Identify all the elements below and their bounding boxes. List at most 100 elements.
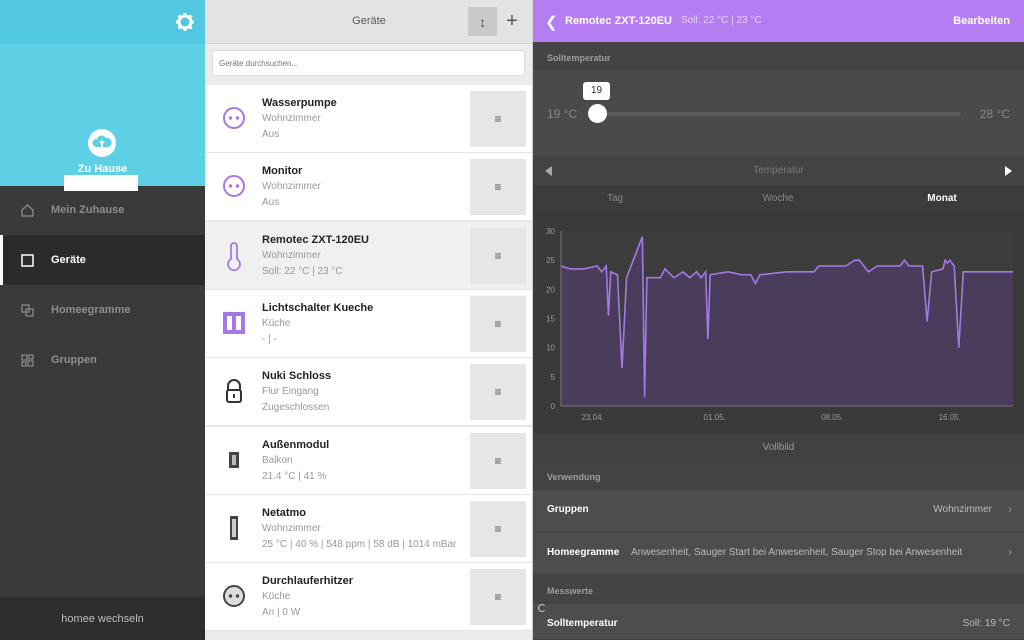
chart-nav: Temperatur	[533, 158, 1024, 184]
gear-icon[interactable]	[175, 12, 195, 32]
devices-header: Geräte ↕ +	[205, 0, 532, 44]
slider-thumb[interactable]	[588, 104, 607, 123]
devices-panel: Geräte ↕ + Wasserpumpe Wohnzimmer Aus ≡ …	[205, 0, 533, 640]
groups-label: Gruppen	[547, 504, 589, 515]
device-name: Lichtschalter Kueche	[262, 301, 374, 314]
device-room: Wohnzimmer	[262, 522, 321, 534]
back-icon[interactable]: ❮	[545, 13, 558, 31]
device-name: Remotec ZXT-120EU	[262, 233, 369, 246]
x-tick-label: 01.05.	[704, 413, 726, 422]
y-tick-label: 15	[546, 315, 555, 324]
socket-icon	[221, 173, 247, 199]
y-tick-label: 25	[546, 256, 555, 265]
device-menu-button[interactable]: ≡	[470, 227, 526, 284]
switch-homee-button[interactable]: homee wechseln	[0, 597, 205, 640]
device-state: Aus	[262, 129, 280, 140]
device-state: Zugeschlossen	[262, 402, 330, 414]
device-row[interactable]: Remotec ZXT-120EU Wohnzimmer Soll: 22 °C…	[205, 221, 532, 290]
chevron-right-icon: ›	[1008, 502, 1012, 516]
sidebar-item-label: Gruppen	[51, 354, 97, 366]
device-menu-button[interactable]: ≡	[470, 432, 526, 489]
tab-woche[interactable]: Woche	[696, 193, 860, 204]
sidebar-item-label: Homeegramme	[51, 304, 131, 316]
sidebar-item-homeegramme[interactable]: Homeegramme	[0, 285, 205, 335]
loading-spinner-icon	[538, 604, 546, 612]
target-temperature-slider[interactable]: 19 °C 19 28 °C	[533, 70, 1024, 156]
tab-tag[interactable]: Tag	[533, 193, 697, 204]
device-menu-button[interactable]: ≡	[470, 159, 526, 216]
device-room: Balkon	[262, 454, 293, 466]
temperature-chart: 0 5 10 15 20 25 30 23.04. 01.05. 08.05. 16.05.	[533, 213, 1024, 433]
device-menu-button[interactable]: ≡	[470, 569, 526, 626]
y-tick-label: 10	[546, 344, 555, 353]
slider-min-label: 19 °C	[547, 107, 578, 121]
section-label-target: Solltemperatur	[547, 53, 611, 63]
target-label: Solltemperatur	[547, 618, 618, 629]
x-tick-label: 23.04.	[582, 413, 604, 422]
device-room: Wohnzimmer	[262, 249, 321, 261]
netatmo-icon	[221, 515, 247, 541]
slider-track[interactable]	[596, 112, 961, 116]
sidebar: Zu Hause Mein Zuhause Geräte Homeegramme…	[0, 0, 205, 640]
device-menu-button[interactable]: ≡	[470, 364, 526, 421]
groups-icon	[21, 353, 34, 367]
sort-button[interactable]: ↕	[468, 7, 497, 36]
switch-icon	[221, 310, 247, 336]
sidebar-item-geraete[interactable]: Geräte	[0, 235, 205, 285]
device-row[interactable]: Monitor Wohnzimmer Aus ≡	[205, 153, 532, 222]
homeegrams-value: Anwesenheit, Sauger Start bei Anwesenhei…	[631, 547, 963, 558]
sidebar-item-gruppen[interactable]: Gruppen	[0, 335, 205, 385]
device-name: Durchlauferhitzer	[262, 575, 354, 588]
socket-icon	[221, 105, 247, 131]
device-icon	[21, 253, 34, 267]
section-label-values: Messwerte	[547, 586, 594, 596]
device-room: Küche	[262, 317, 291, 329]
sensor-icon	[221, 447, 247, 473]
socket-icon	[221, 583, 247, 609]
device-state: An | 0 W	[262, 607, 301, 619]
homeegrams-row[interactable]: Homeegramme Anwesenheit, Sauger Start be…	[533, 533, 1024, 575]
sidebar-item-mein-zuhause[interactable]: Mein Zuhause	[0, 185, 205, 235]
device-name: Netatmo	[262, 506, 307, 519]
device-state: - | -	[262, 333, 277, 345]
add-device-button[interactable]: +	[502, 7, 522, 36]
device-search-input[interactable]	[212, 50, 525, 76]
device-room: Wohnzimmer	[262, 181, 321, 193]
device-row[interactable]: Netatmo Wohnzimmer 25 °C | 40 % | 548 pp…	[205, 494, 532, 563]
section-label-usage: Verwendung	[547, 472, 601, 482]
fullscreen-button[interactable]: Vollbild	[533, 433, 1024, 463]
device-state: 25 °C | 40 % | 548 ppm | 58 dB | 1014 mB…	[262, 538, 457, 550]
tab-monat[interactable]: Monat	[860, 193, 1024, 204]
device-name: Nuki Schloss	[262, 370, 332, 383]
slider-value-tooltip: 19	[583, 82, 610, 100]
device-row[interactable]: Lichtschalter Kueche Küche - | - ≡	[205, 289, 532, 358]
home-name: Zu Hause	[77, 163, 128, 175]
device-menu-button[interactable]: ≡	[470, 295, 526, 352]
thermometer-icon	[221, 241, 247, 271]
device-row[interactable]: Nuki Schloss Flur Eingang Zugeschlossen …	[205, 358, 532, 427]
detail-subtitle: Soll: 22 °C | 23 °C	[681, 15, 762, 26]
y-tick-label: 5	[551, 373, 556, 382]
cloud-home-icon	[88, 129, 116, 157]
y-tick-label: 30	[546, 227, 555, 236]
home-icon	[21, 203, 34, 217]
device-state: 21.4 °C | 41 %	[262, 470, 327, 482]
device-row[interactable]: Wasserpumpe Wohnzimmer Aus ≡	[205, 85, 532, 153]
device-room: Wohnzimmer	[262, 113, 321, 124]
groups-row[interactable]: Gruppen Wohnzimmer ›	[533, 490, 1024, 532]
device-room: Flur Eingang	[262, 386, 319, 398]
lock-icon	[221, 378, 247, 404]
detail-title: Remotec ZXT-120EU	[565, 15, 672, 27]
device-menu-button[interactable]: ≡	[470, 500, 526, 557]
home-card[interactable]: Zu Hause	[0, 44, 205, 191]
device-name: Außenmodul	[262, 438, 330, 451]
detail-header: ❮ Remotec ZXT-120EU Soll: 22 °C | 23 °C …	[533, 0, 1024, 42]
device-state: Soll: 22 °C | 23 °C	[262, 265, 343, 277]
device-room: Küche	[262, 591, 291, 603]
device-row[interactable]: Durchlauferhitzer Küche An | 0 W ≡	[205, 563, 532, 632]
device-row[interactable]: Außenmodul Balkon 21.4 °C | 41 % ≡	[205, 426, 532, 495]
edit-button[interactable]: Bearbeiten	[953, 15, 1010, 27]
device-menu-button[interactable]: ≡	[470, 91, 526, 147]
device-name: Monitor	[262, 165, 303, 178]
arrow-right-icon[interactable]	[1005, 166, 1012, 176]
